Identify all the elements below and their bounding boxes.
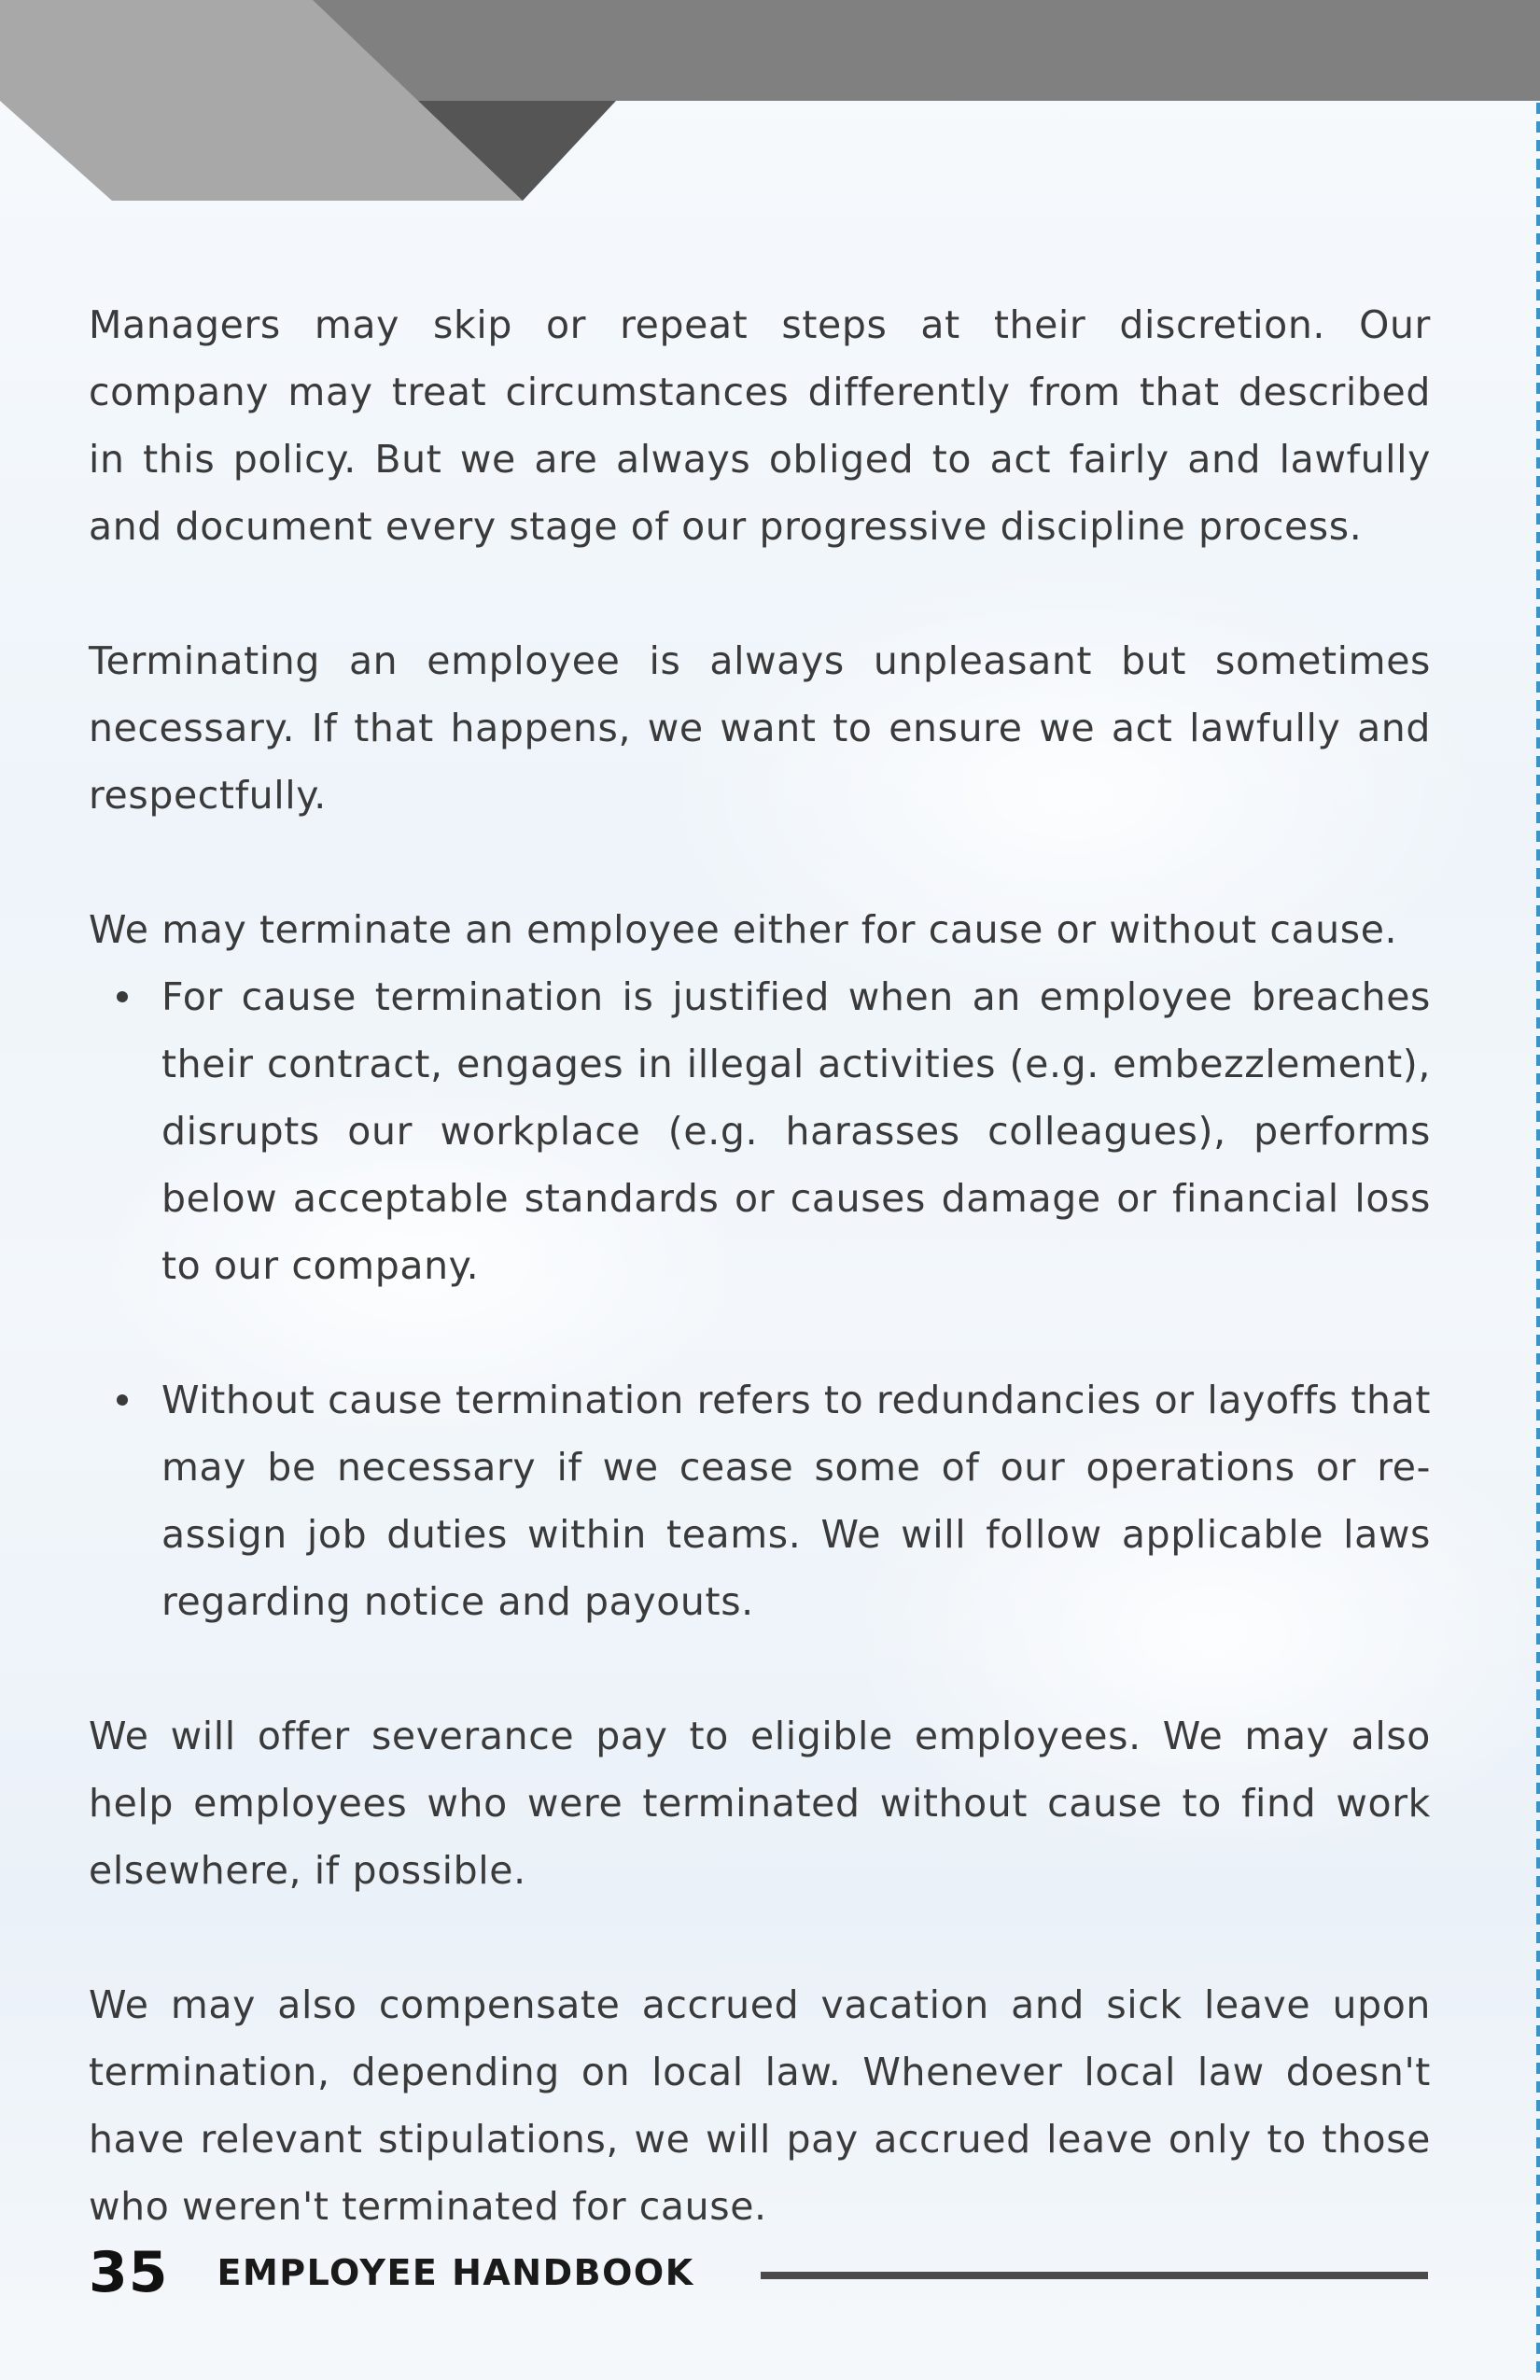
paragraph: We will offer severance pay to eligible … bbox=[89, 1714, 1431, 1893]
list-item: For cause termination is justified when … bbox=[89, 963, 1431, 1299]
list-item-text: Without cause termination refers to redu… bbox=[161, 1378, 1431, 1624]
footer-rule bbox=[761, 2272, 1428, 2279]
paragraph: We may also compensate accrued vacation … bbox=[89, 1982, 1431, 2229]
paragraph: We may terminate an employee either for … bbox=[89, 907, 1398, 952]
paragraph: Managers may skip or repeat steps at the… bbox=[89, 302, 1431, 549]
page-edge-dashed-border bbox=[1536, 103, 1540, 2380]
footer-title: EMPLOYEE HANDBOOK bbox=[217, 2252, 694, 2293]
paragraph: Terminating an employee is always unplea… bbox=[89, 638, 1431, 818]
list-item-text: For cause termination is justified when … bbox=[161, 974, 1431, 1288]
list-item: Without cause termination refers to redu… bbox=[89, 1366, 1431, 1635]
page-number: 35 bbox=[89, 2240, 169, 2305]
header-banner bbox=[0, 0, 1540, 201]
termination-types-list: For cause termination is justified when … bbox=[89, 963, 1431, 1635]
handbook-page: Managers may skip or repeat steps at the… bbox=[0, 0, 1540, 2380]
bullet-icon bbox=[117, 991, 128, 1002]
bullet-icon bbox=[117, 1394, 128, 1406]
page-footer: 35 EMPLOYEE HANDBOOK bbox=[89, 2235, 694, 2310]
body-text: Managers may skip or repeat steps at the… bbox=[89, 291, 1431, 2240]
